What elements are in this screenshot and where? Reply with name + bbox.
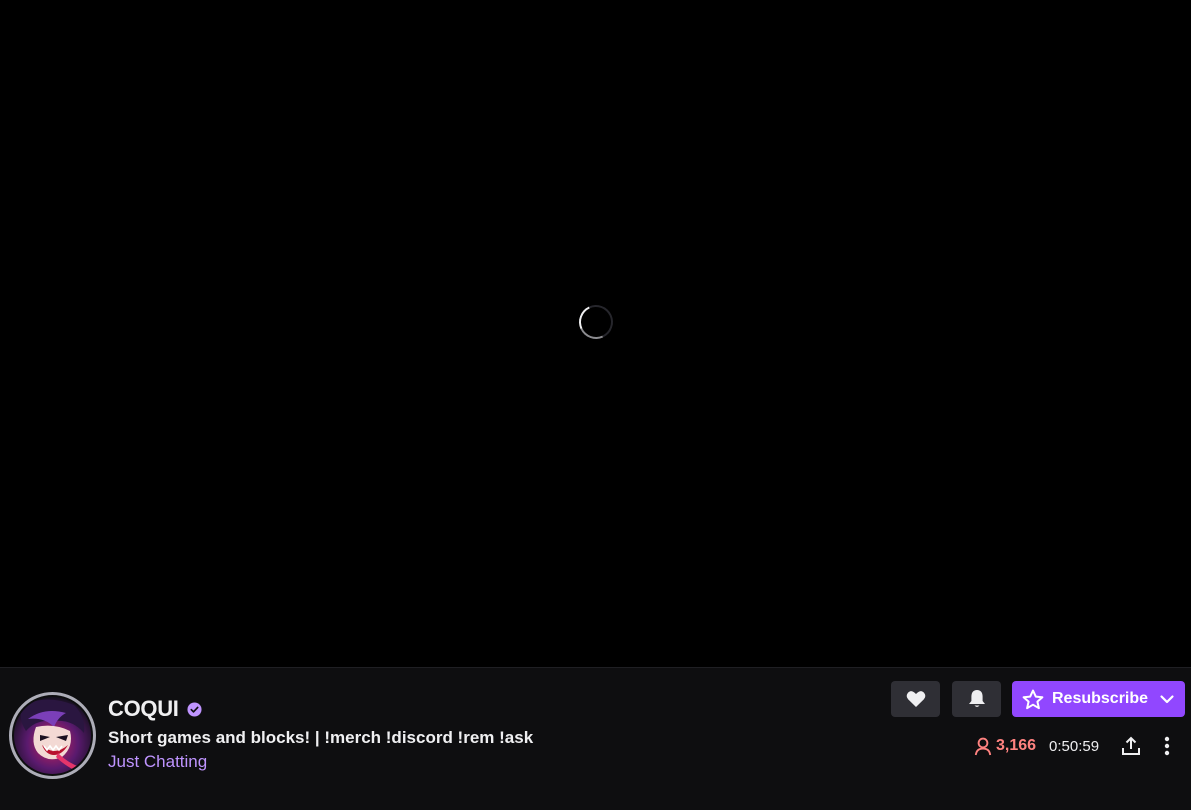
stream-uptime: 0:50:59 <box>1049 737 1100 755</box>
channel-info-bar: COQUI Short games and blocks! | !merch !… <box>0 667 1191 810</box>
bell-icon <box>968 690 985 707</box>
share-button[interactable] <box>1119 732 1143 760</box>
resubscribe-button[interactable]: Resubscribe <box>1012 681 1185 717</box>
resubscribe-label: Resubscribe <box>1052 690 1149 707</box>
follow-button[interactable] <box>891 681 940 717</box>
viewers-icon <box>974 737 992 755</box>
category-link[interactable]: Just Chatting <box>108 752 207 772</box>
avatar-image <box>14 697 91 774</box>
channel-avatar[interactable] <box>9 692 96 779</box>
video-player[interactable] <box>0 0 1191 667</box>
share-icon <box>1122 736 1140 755</box>
channel-name[interactable]: COQUI <box>108 696 179 722</box>
verified-badge-icon <box>187 701 202 717</box>
loading-spinner-icon <box>574 300 618 344</box>
star-icon <box>1022 689 1044 709</box>
heart-icon <box>906 691 925 707</box>
notifications-button[interactable] <box>952 681 1001 717</box>
more-vertical-icon <box>1164 736 1170 756</box>
viewer-count: 3,166 <box>974 734 1036 758</box>
stream-title: Short games and blocks! | !merch !discor… <box>108 728 534 747</box>
chevron-down-icon[interactable] <box>1159 691 1175 707</box>
viewer-count-value: 3,166 <box>996 737 1037 754</box>
more-options-button[interactable] <box>1155 732 1179 760</box>
